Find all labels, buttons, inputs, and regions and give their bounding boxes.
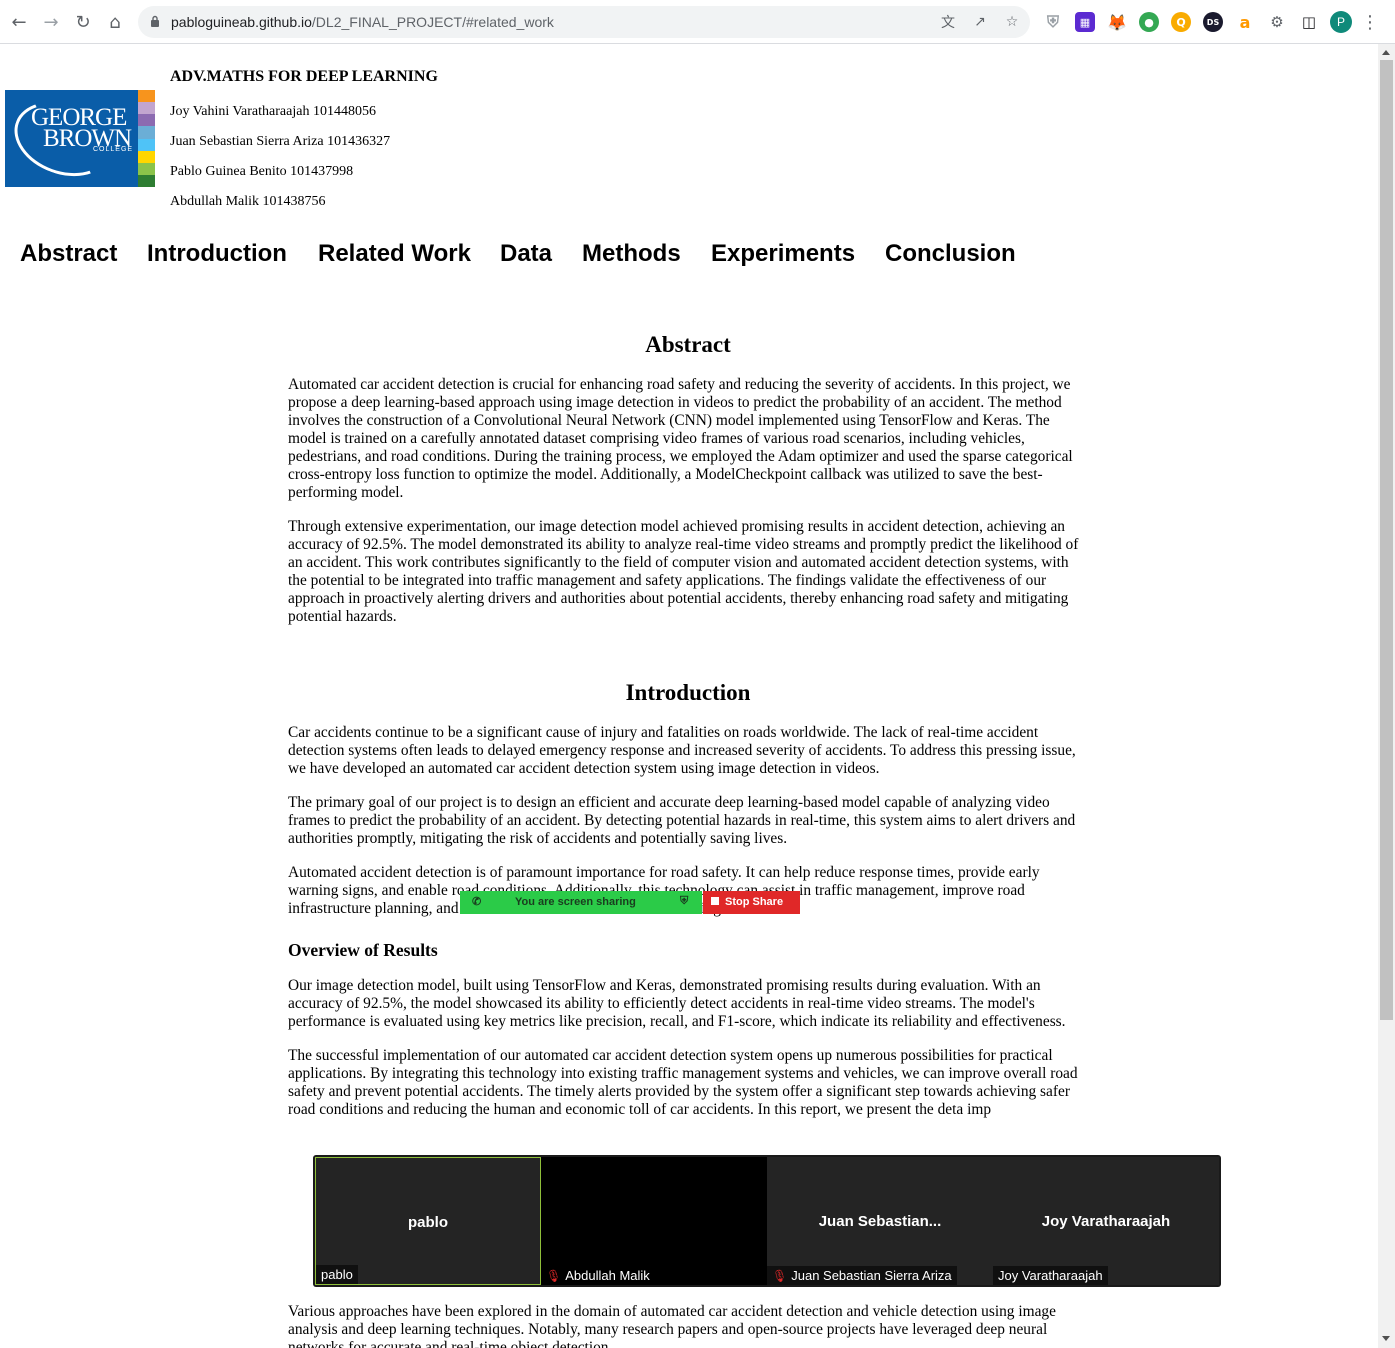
related-work-content: Various approaches have been explored in… [288, 1303, 1088, 1348]
author-2: Juan Sebastian Sierra Ariza 101436327 [170, 134, 391, 149]
stop-icon [711, 897, 719, 905]
nav-related-work[interactable]: Related Work [318, 240, 471, 268]
star-icon[interactable]: ☆ [1002, 12, 1022, 32]
amazon-ext-icon[interactable]: a [1235, 12, 1255, 32]
menu-icon[interactable]: ⋮ [1360, 8, 1380, 36]
scroll-thumb[interactable] [1380, 60, 1393, 1020]
introduction-heading: Introduction [625, 680, 751, 705]
puzzle-purple-ext-icon[interactable]: ▦ [1075, 12, 1095, 32]
abstract-paragraph-1: Automated car accident detection is cruc… [288, 376, 1073, 501]
logo-stripe [138, 150, 155, 163]
logo-stripe [138, 90, 155, 103]
lock-icon [151, 15, 159, 27]
participant-tile-pablo[interactable]: pablo pablo [315, 1157, 541, 1285]
stop-share-button[interactable]: Stop Share [703, 891, 800, 914]
extensions-icon[interactable]: ⚙ [1267, 12, 1287, 32]
url-text: pabloguineab.github.io/DL2_FINAL_PROJECT… [171, 14, 554, 30]
nav-abstract[interactable]: Abstract [20, 240, 117, 268]
nav-introduction[interactable]: Introduction [147, 240, 287, 268]
browser-toolbar: ← → ↻ ⌂ pabloguineab.github.io/DL2_FINAL… [0, 0, 1395, 44]
screen-share-bar: ✆ You are screen sharing ⛨ Stop Share [460, 891, 800, 914]
participant-label-text: Joy Varatharaajah [998, 1268, 1103, 1283]
logo-line-3: COLLEGE [93, 146, 134, 153]
participant-label-text: Juan Sebastian Sierra Ariza [791, 1268, 952, 1283]
page-scrollbar[interactable] [1378, 44, 1395, 1348]
url-host: pabloguineab.github.io [171, 14, 312, 30]
introduction-paragraph-2: The primary goal of our project is to de… [288, 794, 1076, 847]
college-logo: GEORGE BROWN COLLEGE [5, 90, 155, 187]
participant-label: 🎙 Abdullah Malik [541, 1266, 655, 1285]
yellow-ext-icon[interactable]: Q [1171, 12, 1191, 32]
participant-label-text: Abdullah Malik [565, 1268, 650, 1283]
address-bar[interactable]: pabloguineab.github.io/DL2_FINAL_PROJECT… [138, 6, 1030, 38]
participant-tile-abdullah[interactable]: 🎙 Abdullah Malik [541, 1157, 767, 1285]
muted-mic-icon: 🎙 [772, 1269, 788, 1283]
related-work-paragraph: Various approaches have been explored in… [288, 1303, 1056, 1348]
course-title: ADV.MATHS FOR DEEP LEARNING [170, 68, 438, 85]
share-icon[interactable]: ↗ [970, 12, 990, 32]
nav-data[interactable]: Data [500, 240, 552, 268]
nav-conclusion[interactable]: Conclusion [885, 240, 1016, 268]
reload-icon[interactable]: ↻ [69, 8, 97, 36]
logo-stripe [138, 114, 155, 127]
profile-avatar[interactable]: P [1330, 11, 1352, 33]
logo-stripes [138, 90, 155, 187]
participant-label: pablo [316, 1265, 358, 1284]
ds-ext-icon[interactable]: DS [1203, 12, 1223, 32]
participant-label-text: pablo [321, 1267, 353, 1282]
logo-stripe [138, 174, 155, 187]
sharing-indicator: ✆ You are screen sharing ⛨ [460, 891, 702, 914]
participant-tile-juan[interactable]: Juan Sebastian... 🎙 Juan Sebastian Sierra… [767, 1157, 993, 1285]
author-1: Joy Vahini Varatharaajah 101448056 [170, 104, 376, 119]
results-paragraph-2: The successful implementation of our aut… [288, 1047, 1078, 1118]
url-path: /DL2_FINAL_PROJECT/#related_work [311, 14, 554, 30]
sidepanel-icon[interactable]: ◫ [1299, 12, 1319, 32]
scroll-up-icon[interactable] [1382, 50, 1390, 55]
translate-icon[interactable]: 文 [938, 12, 958, 32]
nav-experiments[interactable]: Experiments [711, 240, 855, 268]
back-icon[interactable]: ← [5, 8, 33, 36]
participant-display-name: pablo [408, 1214, 448, 1231]
sharing-text: You are screen sharing [515, 896, 636, 908]
forward-icon[interactable]: → [37, 8, 65, 36]
home-icon[interactable]: ⌂ [101, 8, 129, 36]
logo-stripe [138, 162, 155, 175]
participant-label: 🎙 Juan Sebastian Sierra Ariza [767, 1266, 957, 1285]
author-3: Pablo Guinea Benito 101437998 [170, 164, 354, 179]
shield-icon: ⛨ [680, 895, 689, 907]
main-content: Abstract Automated car accident detectio… [288, 330, 1088, 1119]
phone-icon: ✆ [472, 896, 482, 908]
introduction-paragraph-1: Car accidents continue to be a significa… [288, 724, 1076, 777]
green-ext-icon[interactable]: ● [1139, 12, 1159, 32]
nav-methods[interactable]: Methods [582, 240, 681, 268]
participant-display-name: Juan Sebastian... [818, 1213, 942, 1230]
participant-tile-joy[interactable]: Joy Varatharaajah Joy Varatharaajah [993, 1157, 1219, 1285]
author-4: Abdullah Malik 101438756 [170, 194, 326, 209]
metamask-ext-icon[interactable]: 🦊 [1107, 12, 1127, 32]
abstract-heading: Abstract [645, 332, 731, 357]
stop-share-label: Stop Share [725, 896, 784, 908]
logo-stripe [138, 102, 155, 115]
scroll-down-icon[interactable] [1382, 1336, 1390, 1341]
abstract-paragraph-2: Through extensive experimentation, our i… [288, 518, 1079, 625]
zoom-video-strip: pablo pablo 🎙 Abdullah Malik Juan Sebasti… [313, 1155, 1221, 1287]
participant-display-name: Joy Varatharaajah [1041, 1213, 1171, 1230]
overview-results-heading: Overview of Results [288, 940, 438, 960]
logo-stripe [138, 138, 155, 151]
muted-mic-icon: 🎙 [546, 1269, 562, 1283]
shield-ext-icon[interactable]: ⛨ [1043, 12, 1063, 32]
results-paragraph-1: Our image detection model, built using T… [288, 977, 1066, 1030]
logo-stripe [138, 126, 155, 139]
participant-label: Joy Varatharaajah [993, 1266, 1108, 1285]
